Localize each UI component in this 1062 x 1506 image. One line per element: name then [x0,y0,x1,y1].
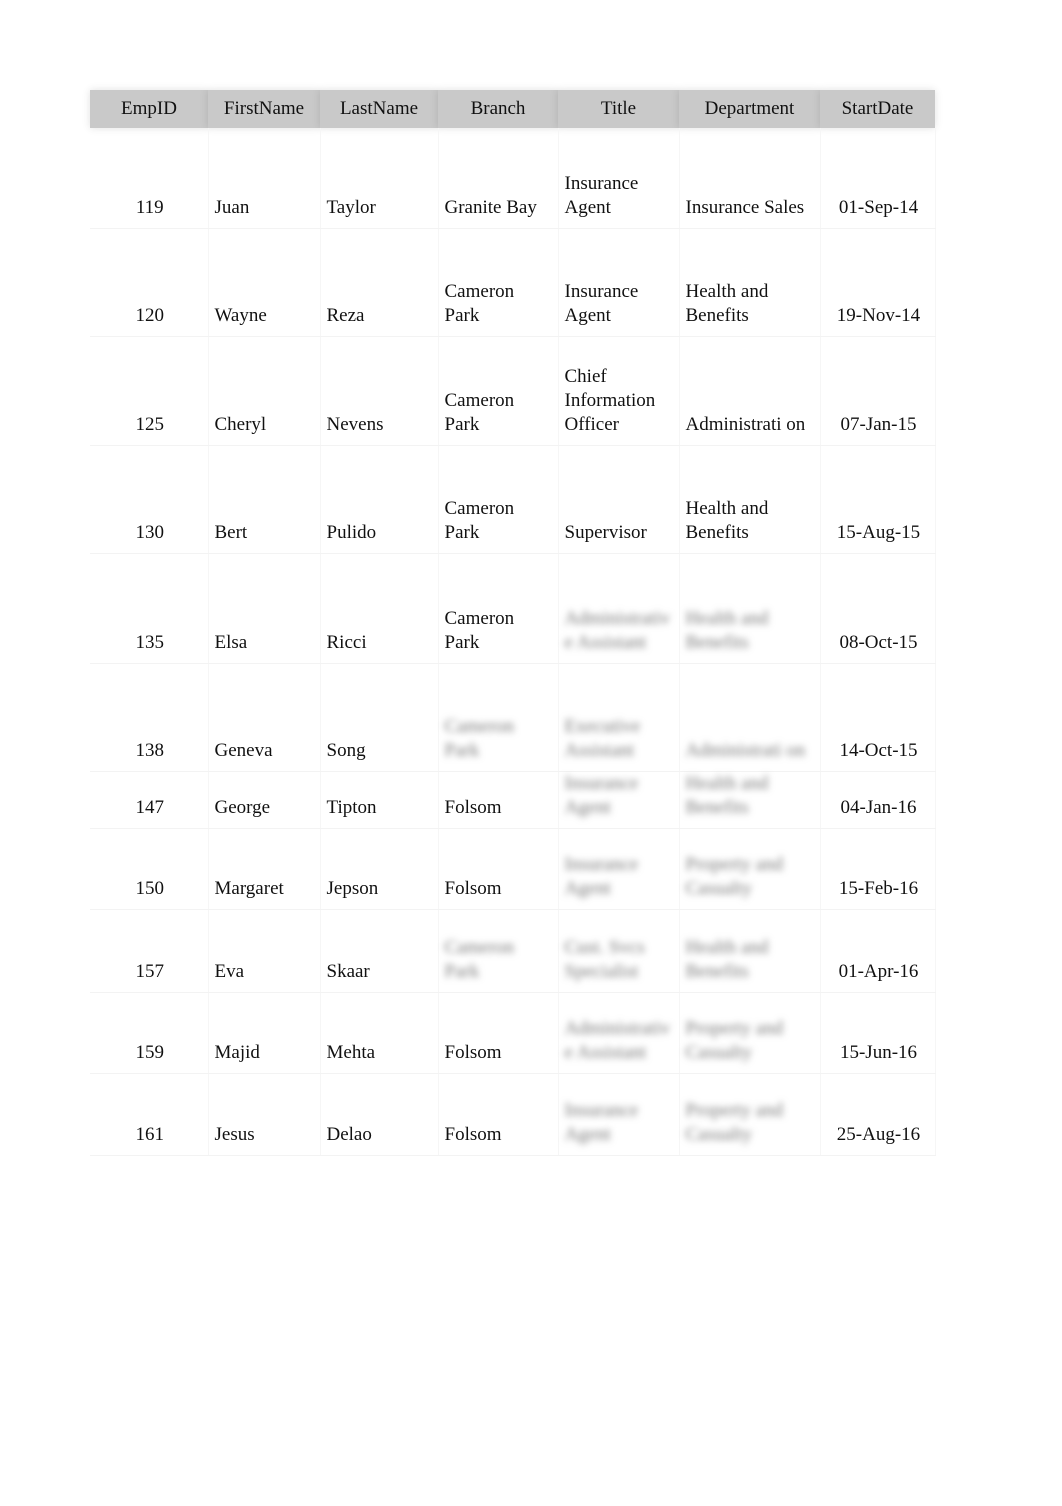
cell-title[interactable]: Insurance Agent [558,228,680,337]
cell-firstname[interactable]: Wayne [208,228,321,337]
cell-lastname[interactable]: Delao [320,1073,439,1156]
table-row: 120 Wayne Reza Cameron Park Insurance Agent H… [90,228,936,337]
header-department[interactable]: Department [679,90,820,128]
cell-empid[interactable]: 130 [90,445,209,554]
cell-branch[interactable]: Folsom [438,992,559,1074]
table-row: 138 Geneva Song Cameron Park Executive Assis… [90,663,936,772]
cell-branch[interactable]: Cameron Park [438,228,559,337]
cell-branch[interactable]: Folsom [438,828,559,910]
cell-firstname[interactable]: Elsa [208,553,321,664]
cell-empid[interactable]: 147 [90,771,209,829]
cell-title[interactable]: Insurance Agent [558,828,680,910]
cell-title[interactable]: Chief Information Officer [558,336,680,446]
cell-firstname[interactable]: Majid [208,992,321,1074]
cell-department[interactable]: Health and Benefits [679,771,821,829]
cell-empid[interactable]: 157 [90,909,209,993]
cell-title[interactable]: Cust. Svcs Specialist [558,909,680,993]
cell-branch[interactable]: Cameron Park [438,336,559,446]
table-body: 119 Juan Taylor Granite Bay Insurance Agent I… [90,128,936,1156]
header-branch[interactable]: Branch [438,90,558,128]
header-lastname[interactable]: LastName [320,90,438,128]
cell-startdate[interactable]: 15-Feb-16 [820,828,936,910]
cell-empid[interactable]: 150 [90,828,209,910]
cell-branch[interactable]: Cameron Park [438,445,559,554]
cell-lastname[interactable]: Nevens [320,336,439,446]
cell-lastname[interactable]: Song [320,663,439,772]
cell-startdate[interactable]: 07-Jan-15 [820,336,936,446]
cell-lastname[interactable]: Ricci [320,553,439,664]
header-firstname[interactable]: FirstName [208,90,320,128]
table-row: 130 Bert Pulido Cameron Park Supervisor Healt… [90,445,936,554]
cell-branch[interactable]: Folsom [438,771,559,829]
cell-department[interactable]: Insurance Sales [679,128,821,229]
cell-department[interactable]: Health and Benefits [679,445,821,554]
cell-title[interactable]: Administrativ e Assistant [558,553,680,664]
cell-department[interactable]: Property and Casualty [679,992,821,1074]
cell-firstname[interactable]: Geneva [208,663,321,772]
cell-department[interactable]: Property and Casualty [679,828,821,910]
cell-startdate[interactable]: 15-Jun-16 [820,992,936,1074]
cell-firstname[interactable]: Margaret [208,828,321,910]
cell-lastname[interactable]: Taylor [320,128,439,229]
header-row: EmpID FirstName LastName Branch Title De… [90,90,935,128]
cell-startdate[interactable]: 01-Apr-16 [820,909,936,993]
employee-table: EmpID FirstName LastName Branch Title De… [90,90,936,1156]
cell-empid[interactable]: 125 [90,336,209,446]
table-row: 161 Jesus Delao Folsom Insurance Agent Proper… [90,1073,936,1156]
cell-department[interactable]: Health and Benefits [679,909,821,993]
cell-department[interactable]: Health and Benefits [679,553,821,664]
cell-firstname[interactable]: Juan [208,128,321,229]
table-row: 159 Majid Mehta Folsom Administrativ e Assis… [90,992,936,1074]
cell-branch[interactable]: Cameron Park [438,553,559,664]
cell-firstname[interactable]: Jesus [208,1073,321,1156]
cell-lastname[interactable]: Mehta [320,992,439,1074]
cell-empid[interactable]: 138 [90,663,209,772]
cell-empid[interactable]: 161 [90,1073,209,1156]
cell-branch[interactable]: Folsom [438,1073,559,1156]
cell-department[interactable]: Administrati on [679,336,821,446]
cell-lastname[interactable]: Reza [320,228,439,337]
cell-empid[interactable]: 159 [90,992,209,1074]
table-row: 157 Eva Skaar Cameron Park Cust. Svcs Specia… [90,909,936,993]
cell-startdate[interactable]: 04-Jan-16 [820,771,936,829]
header-title[interactable]: Title [558,90,679,128]
table-row: 150 Margaret Jepson Folsom Insurance Agent Pr… [90,828,936,910]
cell-department[interactable]: Health and Benefits [679,228,821,337]
cell-title[interactable]: Insurance Agent [558,128,680,229]
cell-firstname[interactable]: George [208,771,321,829]
cell-startdate[interactable]: 25-Aug-16 [820,1073,936,1156]
cell-startdate[interactable]: 14-Oct-15 [820,663,936,772]
cell-department[interactable]: Administrati on [679,663,821,772]
header-startdate[interactable]: StartDate [820,90,935,128]
cell-title[interactable]: Administrativ e Assistant [558,992,680,1074]
cell-empid[interactable]: 119 [90,128,209,229]
cell-branch[interactable]: Cameron Park [438,909,559,993]
cell-empid[interactable]: 135 [90,553,209,664]
cell-lastname[interactable]: Tipton [320,771,439,829]
cell-firstname[interactable]: Cheryl [208,336,321,446]
cell-empid[interactable]: 120 [90,228,209,337]
cell-startdate[interactable]: 08-Oct-15 [820,553,936,664]
cell-title[interactable]: Insurance Agent [558,771,680,829]
cell-firstname[interactable]: Eva [208,909,321,993]
cell-startdate[interactable]: 01-Sep-14 [820,128,936,229]
cell-lastname[interactable]: Pulido [320,445,439,554]
cell-branch[interactable]: Cameron Park [438,663,559,772]
cell-startdate[interactable]: 19-Nov-14 [820,228,936,337]
header-empid[interactable]: EmpID [90,90,208,128]
cell-lastname[interactable]: Skaar [320,909,439,993]
cell-branch[interactable]: Granite Bay [438,128,559,229]
cell-title[interactable]: Executive Assistant [558,663,680,772]
cell-department[interactable]: Property and Casualty [679,1073,821,1156]
cell-firstname[interactable]: Bert [208,445,321,554]
table-row: 135 Elsa Ricci Cameron Park Administrativ e … [90,553,936,664]
table-row: 147 George Tipton Folsom Insurance Agent Heal… [90,771,936,829]
table-row: 125 Cheryl Nevens Cameron Park Chief Informa… [90,336,936,446]
cell-lastname[interactable]: Jepson [320,828,439,910]
cell-title[interactable]: Supervisor [558,445,680,554]
table-row: 119 Juan Taylor Granite Bay Insurance Agent I… [90,128,936,229]
employee-sheet: EmpID FirstName LastName Branch Title De… [90,90,936,1156]
cell-startdate[interactable]: 15-Aug-15 [820,445,936,554]
cell-title[interactable]: Insurance Agent [558,1073,680,1156]
